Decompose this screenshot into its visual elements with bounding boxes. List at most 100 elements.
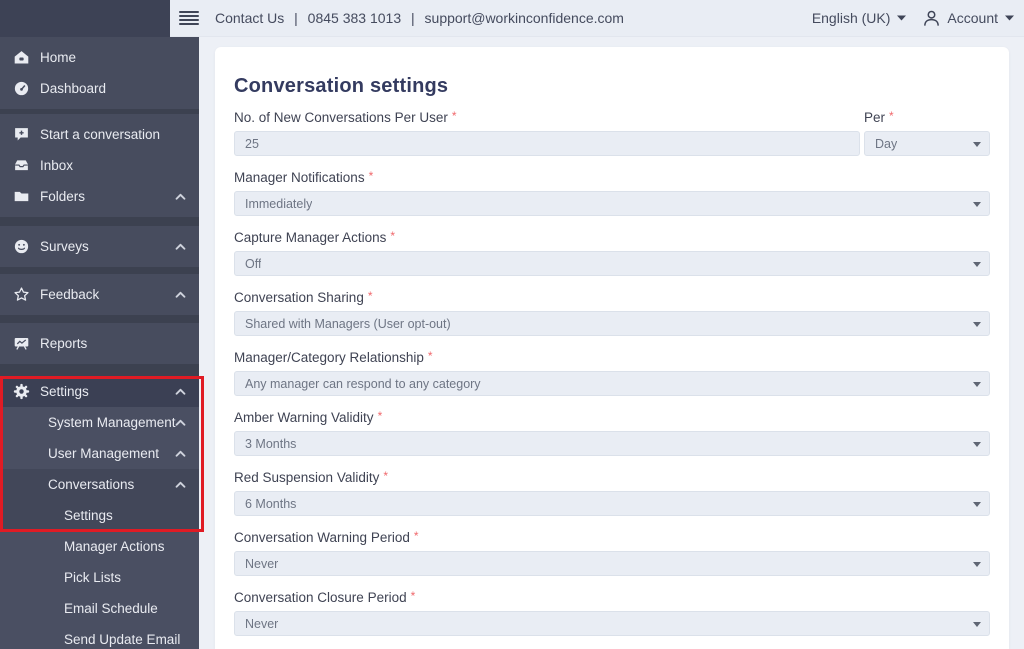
sidebar-item-settings[interactable]: Settings <box>0 376 199 407</box>
app-window: Contact Us | 0845 383 1013 | support@wor… <box>0 0 1024 649</box>
sidebar-item-home[interactable]: Home <box>0 42 199 73</box>
dropdown-arrow-icon <box>973 261 981 267</box>
sidebar-item-label: Feedback <box>40 287 100 302</box>
chevron-up-icon <box>175 481 186 488</box>
hamburger-menu-icon[interactable] <box>179 11 199 25</box>
sidebar-item-manager-actions[interactable]: Manager Actions <box>0 531 199 562</box>
field-label: Manager/Category Relationship * <box>234 349 433 365</box>
required-marker: * <box>368 169 374 183</box>
chevron-up-icon <box>175 450 186 457</box>
field-conversation-sharing: Conversation Sharing * Shared with Manage… <box>234 289 990 336</box>
sidebar-item-user-management[interactable]: User Management <box>0 438 199 469</box>
chevron-up-icon <box>175 291 186 298</box>
main-content: Conversation settings No. of New Convers… <box>199 37 1024 649</box>
sidebar-item-label: Pick Lists <box>64 570 122 585</box>
field-label: Conversation Sharing * <box>234 289 373 305</box>
sidebar-item-pick-lists[interactable]: Pick Lists <box>0 562 199 593</box>
field-label: Conversation Closure Period * <box>234 589 416 605</box>
sidebar-brand-block <box>0 0 170 37</box>
field-no-of-new-conversations: No. of New Conversations Per User * <box>234 109 860 156</box>
gear-icon <box>13 383 30 400</box>
sidebar-item-label: Folders <box>40 189 86 204</box>
sidebar: Home Dashboard Start a conversation Inbo… <box>0 37 199 649</box>
home-icon <box>13 49 30 66</box>
sidebar-section-surveys: Surveys <box>0 226 199 267</box>
dropdown-arrow-icon <box>973 441 981 447</box>
field-conversation-warning-period: Conversation Warning Period * Never <box>234 529 990 576</box>
sidebar-item-reports[interactable]: Reports <box>0 328 199 359</box>
manager-notifications-select[interactable]: Immediately <box>234 191 990 216</box>
sidebar-item-label: Start a conversation <box>40 127 161 142</box>
conversation-sharing-select[interactable]: Shared with Managers (User opt-out) <box>234 311 990 336</box>
sidebar-item-surveys[interactable]: Surveys <box>0 231 199 262</box>
sidebar-item-label: Conversations <box>48 477 135 492</box>
field-amber-warning-validity: Amber Warning Validity * 3 Months <box>234 409 990 456</box>
sidebar-item-inbox[interactable]: Inbox <box>0 150 199 181</box>
required-marker: * <box>889 109 894 123</box>
phone-number: 0845 383 1013 <box>307 10 402 26</box>
account-icon <box>922 9 941 28</box>
smiley-icon <box>13 238 30 255</box>
amber-warning-validity-select[interactable]: 3 Months <box>234 431 990 456</box>
conversations-per-user-input[interactable] <box>234 131 860 156</box>
dropdown-arrow-icon <box>973 201 981 207</box>
sidebar-item-label: Inbox <box>40 158 74 173</box>
chevron-up-icon <box>175 419 186 426</box>
sidebar-item-dashboard[interactable]: Dashboard <box>0 73 199 104</box>
conversation-warning-period-select[interactable]: Never <box>234 551 990 576</box>
field-manager-category-relationship: Manager/Category Relationship * Any manag… <box>234 349 990 396</box>
sidebar-item-label: Surveys <box>40 239 89 254</box>
sidebar-item-feedback[interactable]: Feedback <box>0 279 199 310</box>
sidebar-item-start-a-conversation[interactable]: Start a conversation <box>0 119 199 150</box>
sidebar-section-feedback: Feedback <box>0 274 199 315</box>
capture-manager-actions-select[interactable]: Off <box>234 251 990 276</box>
dropdown-arrow-icon <box>973 381 981 387</box>
chat-plus-icon <box>13 126 30 143</box>
required-marker: * <box>413 529 419 543</box>
folder-icon <box>13 188 30 205</box>
support-email[interactable]: support@workinconfidence.com <box>425 10 624 26</box>
contact-info: Contact Us | 0845 383 1013 | support@wor… <box>215 10 624 26</box>
manager-category-relationship-select[interactable]: Any manager can respond to any category <box>234 371 990 396</box>
sidebar-item-label: Settings <box>64 508 113 523</box>
chevron-down-icon <box>1005 15 1014 21</box>
presentation-chart-icon <box>13 335 30 352</box>
topbar: Contact Us | 0845 383 1013 | support@wor… <box>0 0 1024 37</box>
sidebar-item-label: Dashboard <box>40 81 107 96</box>
sidebar-item-email-schedule[interactable]: Email Schedule <box>0 593 199 624</box>
sidebar-item-label: Manager Actions <box>64 539 165 554</box>
required-marker: * <box>410 589 416 603</box>
star-icon <box>13 286 30 303</box>
sidebar-item-conversation-settings[interactable]: Settings <box>0 500 199 531</box>
per-select[interactable]: Day <box>864 131 990 156</box>
sidebar-section-conversations: Start a conversation Inbox Folders <box>0 114 199 217</box>
contact-us-link[interactable]: Contact Us <box>215 10 284 26</box>
account-menu[interactable]: Account <box>947 10 1014 26</box>
language-label: English (UK) <box>811 10 891 26</box>
field-label: Manager Notifications * <box>234 169 374 185</box>
conversation-closure-period-select[interactable]: Never <box>234 611 990 636</box>
field-label: Conversation Warning Period * <box>234 529 419 545</box>
sidebar-item-folders[interactable]: Folders <box>0 181 199 212</box>
chevron-up-icon <box>175 388 186 395</box>
sidebar-item-label: Settings <box>40 384 89 399</box>
dropdown-arrow-icon <box>973 141 981 147</box>
sidebar-section-settings: Settings System Management User Manageme… <box>0 376 199 649</box>
sidebar-item-label: Home <box>40 50 77 65</box>
sidebar-item-label: System Management <box>48 415 176 430</box>
dashboard-icon <box>13 80 30 97</box>
language-selector[interactable]: English (UK) <box>812 10 907 26</box>
required-marker: * <box>383 469 389 483</box>
sidebar-item-send-update-email[interactable]: Send Update Email <box>0 624 199 649</box>
field-manager-notifications: Manager Notifications * Immediately <box>234 169 990 216</box>
chevron-up-icon <box>175 243 186 250</box>
sidebar-item-system-management[interactable]: System Management <box>0 407 199 438</box>
required-marker: * <box>427 349 433 363</box>
sidebar-item-conversations[interactable]: Conversations <box>0 469 199 500</box>
account-label: Account <box>947 10 998 26</box>
dropdown-arrow-icon <box>973 321 981 327</box>
sidebar-item-label: Send Update Email <box>64 632 181 647</box>
red-suspension-validity-select[interactable]: 6 Months <box>234 491 990 516</box>
separator: | <box>411 10 415 26</box>
inbox-icon <box>13 157 30 174</box>
